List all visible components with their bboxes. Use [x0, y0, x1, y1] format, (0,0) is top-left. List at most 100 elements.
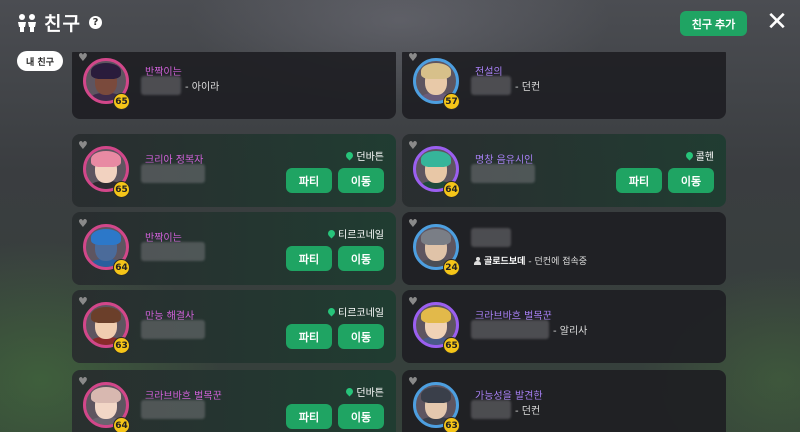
location-label: 콜헨 — [684, 148, 714, 163]
favorite-heart-icon[interactable]: ♥ — [78, 52, 88, 64]
map-pin-icon — [326, 306, 337, 317]
party-button[interactable]: 파티 — [616, 168, 662, 193]
friend-nickname-row: - 알리사 — [471, 320, 587, 339]
filter-my-friends-tab[interactable]: 내 친구 — [17, 51, 63, 71]
friend-card[interactable]: ♥ 57 전설의 - 던컨 — [402, 52, 726, 119]
move-button[interactable]: 이동 — [668, 168, 714, 193]
status-text: - 던컨에 접속중 — [528, 257, 588, 267]
location-name: 티르코네일 — [338, 308, 384, 319]
friend-character-name: - 아이라 — [185, 82, 220, 93]
friend-nickname-row — [141, 400, 205, 419]
status-user-name: 골로드보데 — [484, 257, 526, 267]
favorite-heart-icon[interactable]: ♥ — [78, 375, 88, 388]
favorite-heart-icon[interactable]: ♥ — [408, 139, 418, 152]
avatar-hair — [421, 307, 451, 323]
level-badge: 57 — [443, 93, 460, 110]
hidden-nickname — [141, 164, 205, 183]
friend-nickname-row: - 아이라 — [141, 76, 219, 95]
friend-card[interactable]: ♥ 65 반짝이는 - 아이라 — [72, 52, 396, 119]
favorite-heart-icon[interactable]: ♥ — [78, 217, 88, 230]
title-area: 친구 ? — [16, 9, 102, 36]
location-name: 콜헨 — [695, 152, 714, 163]
hidden-nickname — [471, 76, 511, 95]
friend-card[interactable]: ♥ 65 크리아 정복자 던바튼 파티 이동 — [72, 134, 396, 207]
connection-status: 골로드보데 - 던컨에 접속중 — [474, 254, 587, 267]
hidden-nickname — [141, 320, 205, 339]
avatar-hair — [91, 63, 121, 79]
favorite-heart-icon[interactable]: ♥ — [408, 217, 418, 230]
friend-card[interactable]: ♥ 63 만능 해결사 티르코네일 파티 이동 — [72, 290, 396, 363]
favorite-heart-icon[interactable]: ♥ — [78, 295, 88, 308]
friend-character-name: - 던컨 — [515, 406, 541, 417]
map-pin-icon — [344, 150, 355, 161]
friend-nickname-row — [471, 164, 535, 183]
friend-list: ♥ 65 반짝이는 - 아이라 ♥ 57 전설의 - 던컨 ♥ 65 크리아 정복자 던바튼 파티 이동 ♥… — [72, 52, 730, 432]
hidden-nickname — [471, 228, 511, 247]
location-label: 던바튼 — [344, 384, 384, 399]
location-name: 던바튼 — [356, 152, 384, 163]
hidden-nickname — [141, 400, 205, 419]
map-pin-icon — [344, 386, 355, 397]
move-button[interactable]: 이동 — [338, 168, 384, 193]
location-name: 티르코네일 — [338, 230, 384, 241]
friend-nickname-row — [141, 164, 205, 183]
level-badge: 63 — [113, 337, 130, 354]
friend-nickname-row — [141, 320, 205, 339]
favorite-heart-icon[interactable]: ♥ — [408, 52, 418, 64]
friends-header: 친구 ? 친구 추가 ✕ — [0, 0, 800, 46]
avatar-hair — [91, 307, 121, 323]
avatar-hair — [91, 387, 121, 403]
hidden-nickname — [471, 164, 535, 183]
page-title: 친구 — [44, 13, 81, 35]
friend-nickname-row: - 던컨 — [471, 400, 540, 419]
avatar-hair — [421, 229, 451, 245]
level-badge: 64 — [443, 181, 460, 198]
friend-card[interactable]: ♥ 24 골로드보데 - 던컨에 접속중 — [402, 212, 726, 285]
friend-character-name: - 던컨 — [515, 82, 541, 93]
level-badge: 65 — [113, 181, 130, 198]
friend-card[interactable]: ♥ 65 크라브바흐 벌목꾼 - 알리사 — [402, 290, 726, 363]
level-badge: 65 — [443, 337, 460, 354]
level-badge: 64 — [113, 259, 130, 276]
hidden-nickname — [471, 400, 511, 419]
party-button[interactable]: 파티 — [286, 246, 332, 271]
add-friend-button[interactable]: 친구 추가 — [680, 11, 747, 36]
hidden-nickname — [471, 320, 549, 339]
friends-icon — [18, 13, 36, 32]
location-label: 티르코네일 — [326, 304, 384, 319]
party-button[interactable]: 파티 — [286, 404, 332, 429]
party-button[interactable]: 파티 — [286, 168, 332, 193]
level-badge: 64 — [113, 417, 130, 432]
avatar-hair — [421, 151, 451, 167]
friend-nickname-row — [141, 242, 205, 261]
hidden-nickname — [141, 76, 181, 95]
avatar-hair — [91, 229, 121, 245]
friend-nickname-row: - 던컨 — [471, 76, 540, 95]
favorite-heart-icon[interactable]: ♥ — [408, 295, 418, 308]
favorite-heart-icon[interactable]: ♥ — [78, 139, 88, 152]
avatar-hair — [91, 151, 121, 167]
person-icon — [474, 256, 481, 265]
move-button[interactable]: 이동 — [338, 246, 384, 271]
party-button[interactable]: 파티 — [286, 324, 332, 349]
friend-card[interactable]: ♥ 64 크라브바흐 벌목꾼 던바튼 파티 이동 — [72, 370, 396, 432]
map-pin-icon — [326, 228, 337, 239]
move-button[interactable]: 이동 — [338, 324, 384, 349]
location-label: 티르코네일 — [326, 226, 384, 241]
friend-card[interactable]: ♥ 63 가능성을 발견한 - 던컨 — [402, 370, 726, 432]
location-name: 던바튼 — [356, 388, 384, 399]
friend-nickname-row — [471, 228, 511, 247]
avatar-hair — [421, 387, 451, 403]
move-button[interactable]: 이동 — [338, 404, 384, 429]
location-label: 던바튼 — [344, 148, 384, 163]
friend-card[interactable]: ♥ 64 반짝이는 티르코네일 파티 이동 — [72, 212, 396, 285]
map-pin-icon — [684, 150, 695, 161]
help-icon[interactable]: ? — [88, 16, 102, 29]
close-icon[interactable]: ✕ — [764, 9, 790, 36]
favorite-heart-icon[interactable]: ♥ — [408, 375, 418, 388]
avatar-hair — [421, 63, 451, 79]
level-badge: 63 — [443, 417, 460, 432]
level-badge: 65 — [113, 93, 130, 110]
friend-card[interactable]: ♥ 64 명창 음유시인 콜헨 파티 이동 — [402, 134, 726, 207]
level-badge: 24 — [443, 259, 460, 276]
